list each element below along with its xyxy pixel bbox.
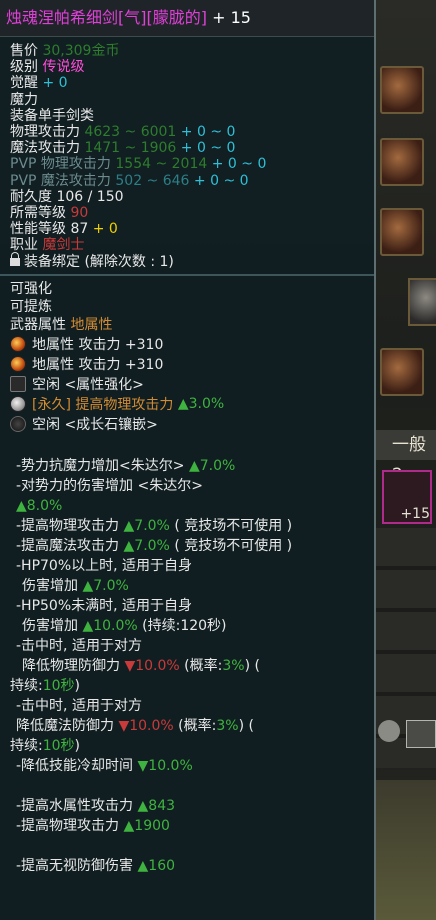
fire-gem-icon — [10, 355, 26, 372]
effect-row: -击中时, 适用于对方 — [16, 697, 142, 714]
grade-row: 级别 传说级 — [10, 59, 85, 76]
job-row: 职业 魔剑士 — [10, 237, 85, 254]
lock-icon — [10, 251, 20, 266]
effect-row: -提高物理攻击力 ▲1900 — [16, 817, 170, 834]
effect-row: -提高无视防御伤害 ▲160 — [16, 857, 176, 874]
bottom-panel — [376, 780, 436, 920]
fire-gem-icon — [10, 335, 26, 352]
effect-row: ▲8.0% — [16, 497, 63, 514]
item-name: 烛魂涅帕希细剑[气][朦胧的] — [6, 8, 207, 27]
effect-row: 伤害增加 ▲10.0% (持续:120秒) — [22, 617, 227, 634]
equip-slot-icon[interactable] — [380, 348, 424, 396]
dark-slot-icon — [10, 415, 26, 432]
effect-row: 伤害增加 ▲7.0% — [22, 577, 129, 594]
option-row: 地属性 攻击力 +310 — [10, 354, 364, 374]
orb-icon — [10, 395, 26, 412]
price-value: 30,309金币 — [42, 43, 120, 59]
divider — [0, 273, 374, 276]
effect-row: -对势力的伤害增加 <朱达尔> — [16, 477, 203, 494]
tab-general[interactable]: 一般 2 — [376, 430, 436, 485]
durability-row: 耐久度 106 / 150 — [10, 188, 124, 205]
item-tooltip: 烛魂涅帕希细剑[气][朦胧的] + 15 售价 30,309金币 级别 传说级 … — [0, 0, 376, 920]
option-row: 空闲 <属性强化> — [10, 374, 364, 394]
weapon-attr-row: 武器属性 地属性 — [10, 316, 113, 333]
empty-slot-icon — [10, 375, 26, 392]
equip-slot-icon[interactable] — [380, 138, 424, 186]
perf-level-row: 性能等级 87 + 0 — [10, 221, 118, 238]
equip-slot-icon[interactable] — [380, 208, 424, 256]
bind-row: 装备绑定 (解除次数 : 1) — [10, 251, 364, 270]
trash-icon[interactable] — [378, 720, 400, 742]
effect-row: -提高水属性攻击力 ▲843 — [16, 797, 176, 814]
equipment-slots — [376, 52, 436, 412]
item-title: 烛魂涅帕希细剑[气][朦胧的] + 15 — [0, 0, 374, 37]
effect-row: -提高物理攻击力 ▲7.0% ( 竞技场不可使用 ) — [16, 517, 293, 534]
item-count: +15 — [400, 506, 430, 522]
grade-value: 传说级 — [42, 59, 85, 76]
matk-row: 魔法攻击力 1471 ~ 1906 + 0 ~ 0 — [10, 140, 236, 157]
can-refine: 可提炼 — [10, 298, 52, 315]
basic-info: 售价 30,309金币 级别 传说级 觉醒 + 0 魔力 装备单手剑类 物理攻击… — [0, 37, 374, 270]
effect-row: 持续:10秒) — [10, 677, 81, 694]
effect-row: -降低技能冷却时间 ▼10.0% — [16, 757, 193, 774]
effect-row: -HP50%未满时, 适用于自身 — [16, 597, 193, 614]
effect-row: 降低物理防御力 ▼10.0% (概率:3%) ( — [22, 657, 260, 674]
effects-list: -势力抗魔力增加<朱达尔> ▲7.0% -对势力的伤害增加 <朱达尔> ▲8.0… — [0, 456, 374, 876]
equip-slot-icon[interactable] — [380, 66, 424, 114]
req-level-row: 所需等级 90 — [10, 205, 89, 222]
patk-row: 物理攻击力 4623 ~ 6001 + 0 ~ 0 — [10, 124, 236, 141]
inventory-item[interactable]: +15 — [382, 470, 432, 524]
pvp-matk-row: PVP 魔法攻击力 502 ~ 646 + 0 ~ 0 — [10, 172, 249, 189]
effect-row: 降低魔法防御力 ▼10.0% (概率:3%) ( — [16, 717, 254, 734]
price-row: 售价 30,309金币 — [10, 43, 120, 59]
option-row: [永久] 提高物理攻击力 ▲3.0% — [10, 394, 364, 414]
pvp-patk-row: PVP 物理攻击力 1554 ~ 2014 + 0 ~ 0 — [10, 156, 267, 173]
magic-row: 魔力 — [10, 91, 38, 108]
effect-row: 持续:10秒) — [10, 737, 81, 754]
effect-row: -击中时, 适用于对方 — [16, 637, 142, 654]
effect-row: -势力抗魔力增加<朱达尔> ▲7.0% — [16, 457, 236, 474]
can-enhance: 可强化 — [10, 280, 52, 297]
effect-row: -HP70%以上时, 适用于自身 — [16, 557, 193, 574]
enhance-info: 可强化 可提炼 武器属性 地属性 地属性 攻击力 +310 地属性 攻击力 +3… — [0, 280, 374, 434]
option-row: 空闲 <成长石镶嵌> — [10, 414, 364, 434]
equip-value: 单手剑类 — [38, 107, 94, 124]
option-row: 地属性 攻击力 +310 — [10, 334, 364, 354]
effect-row: -提高魔法攻击力 ▲7.0% ( 竞技场不可使用 ) — [16, 537, 293, 554]
awaken-value: + 0 — [42, 75, 68, 92]
equip-slot-icon[interactable] — [408, 278, 436, 326]
grid-view-icon[interactable] — [406, 720, 436, 748]
awaken-row: 觉醒 + 0 — [10, 75, 68, 92]
equip-row: 装备单手剑类 — [10, 107, 94, 124]
item-enhance-level: + 15 — [212, 8, 251, 27]
